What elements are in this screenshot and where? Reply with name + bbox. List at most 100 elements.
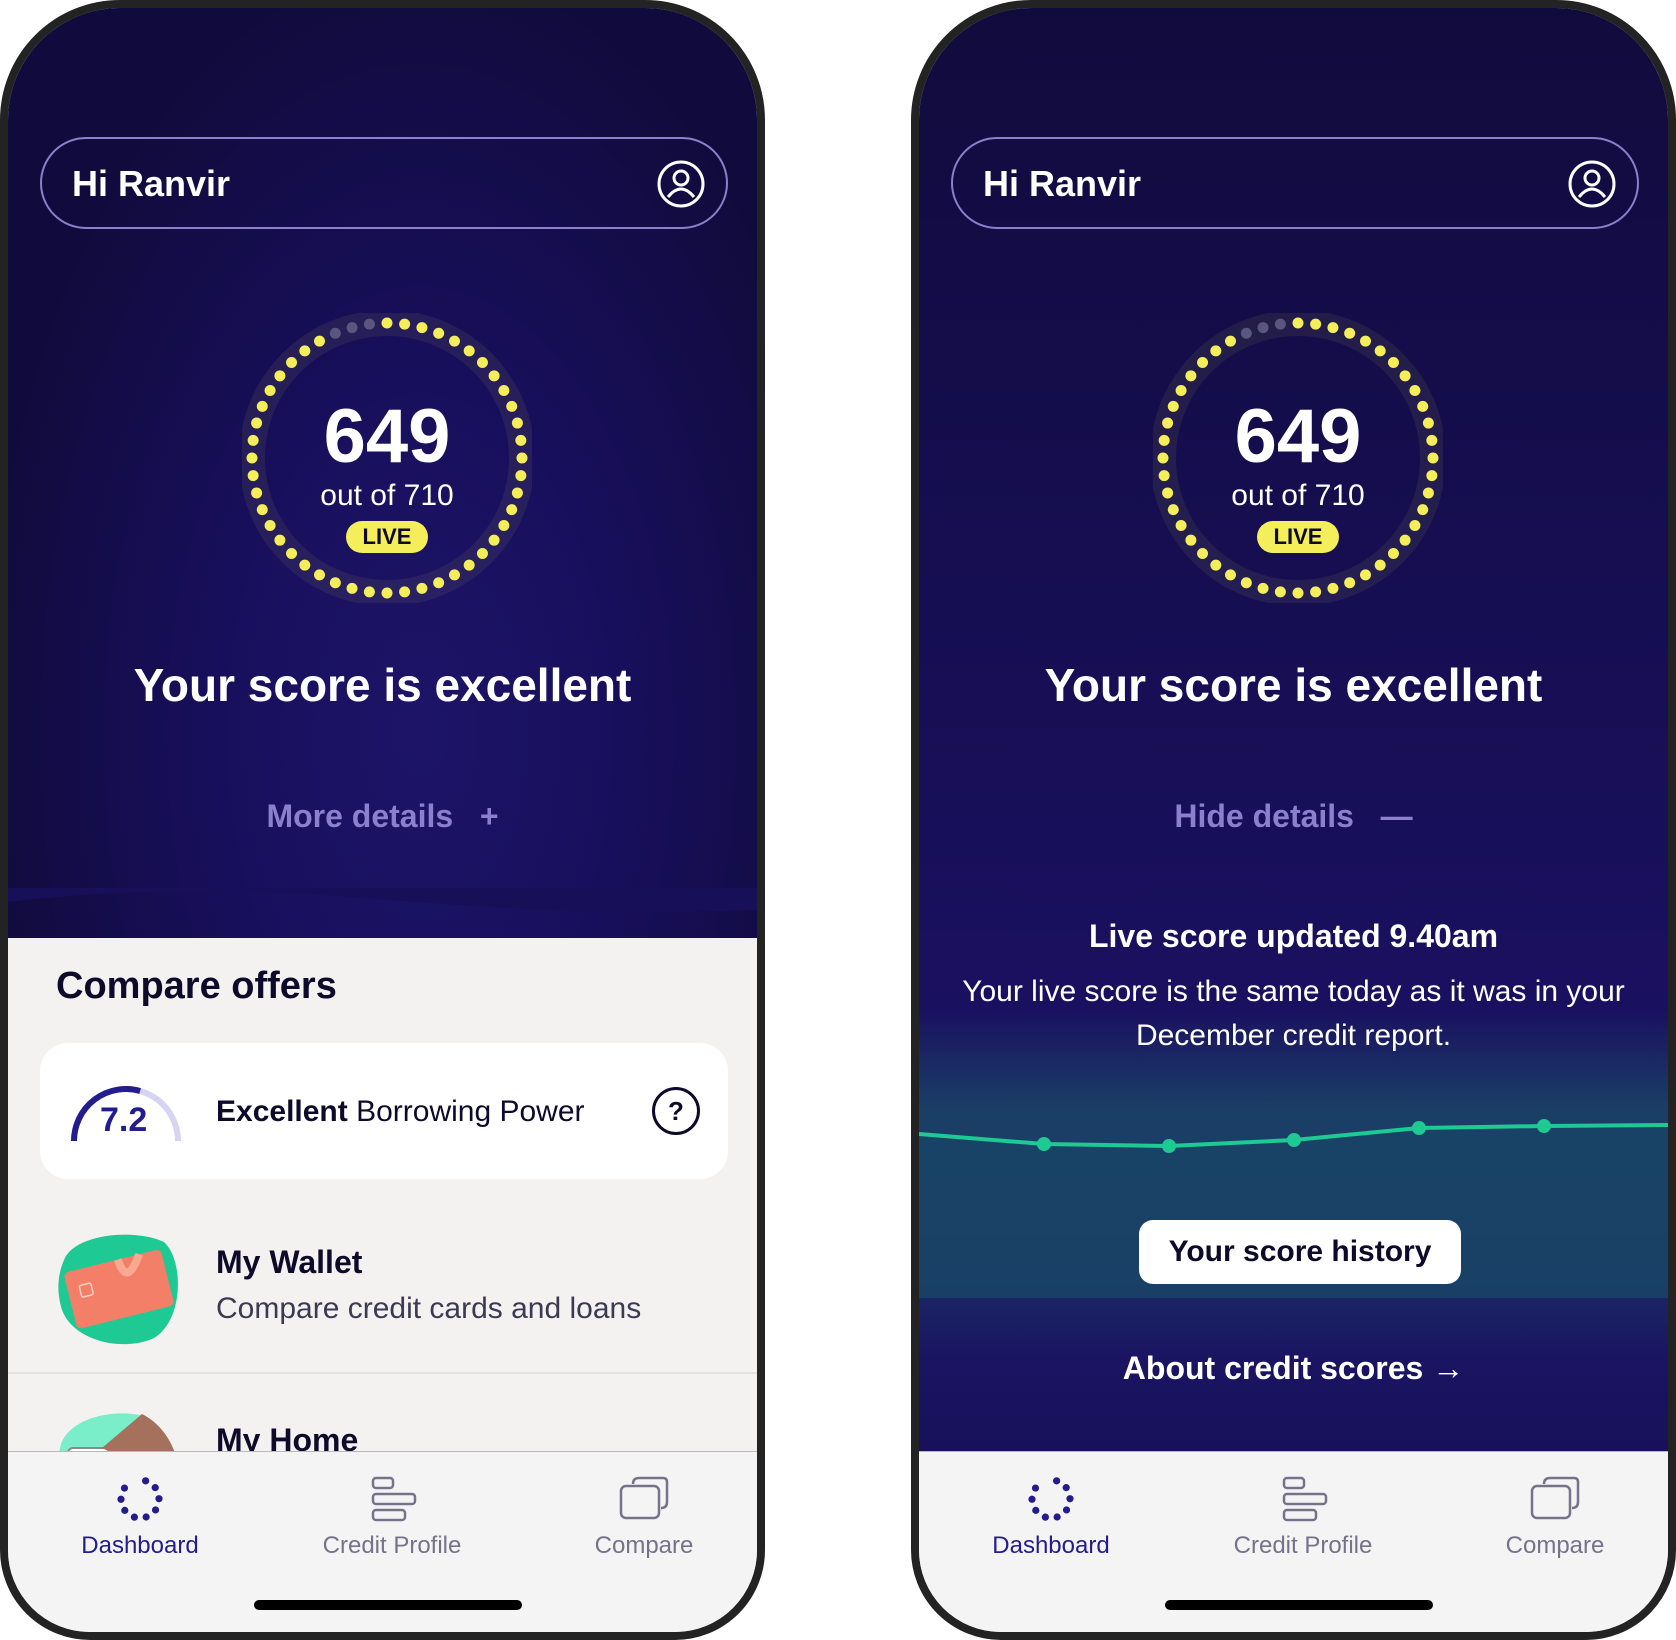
hide-details-button[interactable]: Hide details — — [919, 798, 1668, 835]
score-dot-active — [1327, 322, 1339, 334]
borrowing-power-text: Borrowing Power — [356, 1095, 585, 1128]
score-dot-active — [1210, 345, 1222, 357]
score-dot-active — [463, 345, 475, 357]
score-dot-active — [449, 569, 460, 581]
score-dot-active — [1360, 335, 1371, 347]
list-item-title: My Wallet — [216, 1244, 363, 1280]
score-dot-active — [1310, 318, 1322, 330]
score-dot-active — [1310, 586, 1322, 598]
score-dot-active — [1374, 559, 1386, 571]
score-dot-active — [1197, 357, 1209, 369]
score-dot-active — [1240, 577, 1252, 589]
compare-offers-title: Compare offers — [56, 965, 337, 1007]
score-dot-active — [399, 318, 411, 330]
dashboard-icon-dot — [1053, 1477, 1061, 1485]
tab-compare[interactable]: Compare — [1455, 1462, 1655, 1572]
dashboard-dots-icon — [117, 1477, 163, 1521]
score-dot-inactive — [1257, 322, 1269, 334]
question-icon[interactable]: ? — [652, 1087, 700, 1135]
list-item-subtitle: Compare credit cards and loans — [216, 1292, 642, 1325]
score-hero: Hi Ranvir 649 out of 710 LIVE Your score… — [919, 8, 1668, 1478]
phone-screen-expanded: Hi Ranvir 649 out of 710 LIVE Your score… — [911, 0, 1676, 1640]
score-dot-active — [1344, 577, 1356, 589]
greeting-text: Hi Ranvir — [72, 163, 231, 204]
compare-cards-icon — [619, 1476, 669, 1520]
score-history-button[interactable]: Your score history — [1139, 1220, 1461, 1284]
hero-wave — [8, 888, 757, 913]
dashboard-icon-dot — [151, 1506, 160, 1514]
borrowing-power-card[interactable]: 7.2 Excellent Borrowing Power ? — [40, 1043, 728, 1179]
score-dot-active — [488, 534, 500, 546]
score-dot-active — [1185, 370, 1197, 382]
dashboard-icon-dot — [142, 1477, 150, 1485]
score-dot-active — [1344, 327, 1356, 339]
score-dot-active — [286, 547, 298, 559]
tab-compare[interactable]: Compare — [544, 1462, 744, 1572]
score-dot-active — [433, 327, 445, 339]
trend-point — [1162, 1139, 1176, 1153]
dashboard-icon-dot — [121, 1506, 129, 1514]
greeting-text: Hi Ranvir — [983, 163, 1142, 204]
score-dot-active — [1274, 586, 1286, 598]
score-dot-active — [1327, 582, 1339, 594]
tab-credit-profile[interactable]: Credit Profile — [1203, 1462, 1403, 1572]
tab-label: Credit Profile — [1233, 1532, 1373, 1559]
greeting-bar[interactable]: Hi Ranvir — [40, 137, 728, 229]
wallet-illustration-icon — [58, 1234, 178, 1345]
tab-label: Compare — [1505, 1532, 1605, 1559]
tab-label: Dashboard — [992, 1532, 1110, 1559]
live-badge: LIVE — [346, 521, 428, 553]
score-dot-active — [498, 520, 510, 531]
profile-icon[interactable] — [656, 159, 706, 209]
dashboard-icon-dot — [155, 1495, 163, 1503]
score-value: 649 — [1234, 394, 1362, 479]
score-dot-active — [1292, 317, 1304, 329]
score-hero: Hi Ranvir 649 out of 710 LIVE Your score… — [8, 8, 757, 938]
borrowing-power-rating: Excellent — [216, 1095, 348, 1128]
profile-icon[interactable] — [1567, 159, 1617, 209]
score-dot-active — [463, 559, 475, 571]
trend-point — [1037, 1137, 1051, 1151]
about-credit-scores-link[interactable]: About credit scores → — [919, 1350, 1668, 1387]
score-dot-active — [1387, 547, 1399, 559]
about-link-label: About credit scores — [1122, 1350, 1424, 1386]
greeting-bar[interactable]: Hi Ranvir — [951, 137, 1639, 229]
score-dot-active — [314, 335, 325, 347]
more-details-button[interactable]: More details + — [8, 798, 757, 835]
minus-icon: — — [1362, 798, 1413, 834]
score-out-of: out of 710 — [1231, 479, 1365, 512]
score-dot-active — [1210, 559, 1222, 571]
dashboard-icon-dot — [1066, 1495, 1074, 1503]
score-dot-active — [329, 577, 341, 589]
score-dot-active — [299, 559, 311, 571]
tab-dashboard[interactable]: Dashboard — [951, 1462, 1151, 1572]
tab-dashboard[interactable]: Dashboard — [40, 1462, 240, 1572]
score-dot-active — [1409, 520, 1421, 531]
score-dot-inactive — [1240, 327, 1252, 339]
score-value: 649 — [323, 394, 451, 479]
tab-credit-profile[interactable]: Credit Profile — [292, 1462, 492, 1572]
tab-label: Dashboard — [81, 1532, 199, 1559]
score-dot-active — [1175, 520, 1187, 531]
dashboard-dots-icon — [1028, 1477, 1074, 1521]
list-item-my-wallet[interactable]: My Wallet Compare credit cards and loans — [8, 1230, 757, 1400]
score-dot-active — [416, 322, 428, 334]
score-dot-active — [476, 357, 488, 369]
score-dot-active — [1185, 534, 1197, 546]
score-dot-active — [1399, 370, 1411, 382]
score-dot-inactive — [1274, 318, 1286, 330]
trend-point — [1287, 1133, 1301, 1147]
score-rating: Your score is excellent — [133, 659, 632, 711]
dashboard-icon-dot — [1041, 1513, 1049, 1521]
dashboard-icon-dot — [117, 1495, 125, 1503]
borrowing-power-value: 7.2 — [100, 1101, 148, 1139]
dashboard-icon-dot — [151, 1484, 159, 1492]
score-dot-inactive — [363, 318, 375, 330]
score-dot-inactive — [346, 322, 358, 334]
trend-point — [1537, 1119, 1551, 1133]
score-dot-active — [1225, 569, 1236, 581]
score-dot-active — [346, 582, 358, 594]
more-details-label: More details — [266, 798, 454, 834]
credit-profile-icon — [371, 1476, 417, 1522]
dashboard-icon-dot — [130, 1513, 138, 1521]
